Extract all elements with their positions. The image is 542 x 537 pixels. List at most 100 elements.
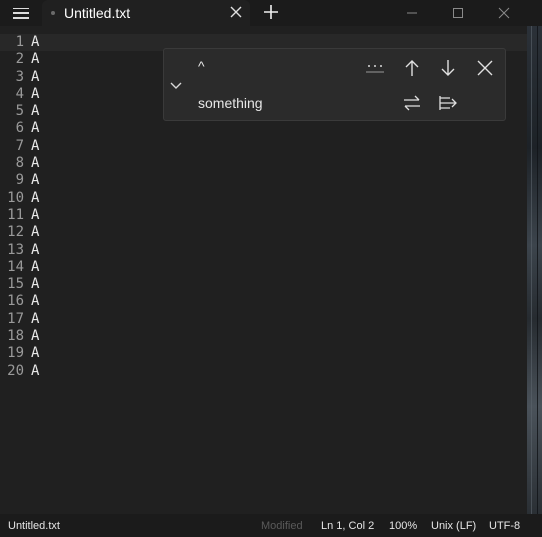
- desktop-background: [527, 26, 542, 514]
- editor-line[interactable]: 7A: [0, 137, 40, 155]
- line-number: 13: [7, 241, 24, 258]
- replace-button[interactable]: [399, 91, 425, 115]
- line-number: 8: [15, 155, 24, 172]
- text-lines[interactable]: 1 A 2 A 3 A 4 A 5 A 6 A 7 A 8 A 9 A 10 A 11 A 12 A 13 A 14 A 15 A 16 A 1…: [0, 34, 39, 380]
- editor-line[interactable]: 6A: [0, 120, 40, 137]
- line-text[interactable]: A: [31, 103, 39, 120]
- line-number: 12: [7, 224, 24, 241]
- line-number: 3: [15, 68, 24, 85]
- editor-line[interactable]: 4A: [0, 85, 40, 103]
- chevron-down-icon: [170, 82, 182, 89]
- hamburger-icon: [13, 7, 29, 19]
- line-number: 18: [7, 328, 24, 345]
- status-modified: Modified: [261, 520, 303, 532]
- line-text[interactable]: A: [31, 311, 39, 328]
- replace-all-button[interactable]: [435, 91, 461, 115]
- line-text[interactable]: A: [31, 172, 39, 189]
- editor-line[interactable]: 10 A: [0, 190, 39, 207]
- line-number: 14: [7, 258, 24, 275]
- editor-line[interactable]: 8A: [0, 155, 40, 172]
- line-text[interactable]: A: [31, 345, 39, 362]
- plus-icon: [264, 5, 278, 19]
- status-zoom[interactable]: 100%: [389, 520, 417, 532]
- line-text[interactable]: A: [31, 69, 39, 86]
- line-text[interactable]: A: [31, 51, 39, 68]
- line-number: 20: [7, 362, 24, 379]
- replace-all-icon: [439, 96, 457, 110]
- toggle-replace-button[interactable]: [166, 73, 186, 97]
- close-icon: [498, 7, 510, 19]
- editor-line[interactable]: 19 A: [0, 345, 39, 362]
- more-options-icon: [366, 65, 384, 73]
- editor-line[interactable]: 16 A: [0, 293, 39, 310]
- close-icon: [477, 60, 493, 76]
- line-text[interactable]: A: [31, 293, 39, 310]
- close-icon: [230, 6, 242, 18]
- find-previous-button[interactable]: [399, 56, 425, 80]
- line-text[interactable]: A: [31, 190, 39, 207]
- line-number: 1: [15, 34, 24, 50]
- editor-line[interactable]: 1A: [0, 34, 40, 51]
- search-options-button[interactable]: [362, 56, 388, 80]
- search-input[interactable]: ^: [198, 58, 205, 74]
- status-line-ending[interactable]: Unix (LF): [431, 520, 476, 532]
- arrow-down-icon: [441, 60, 455, 76]
- editor-line[interactable]: 12 A: [0, 224, 39, 241]
- line-number: 7: [15, 137, 24, 154]
- tab-close-button[interactable]: [226, 2, 246, 22]
- find-next-button[interactable]: [435, 56, 461, 80]
- replace-icon: [404, 95, 420, 111]
- editor-line[interactable]: 5A: [0, 103, 40, 120]
- maximize-button[interactable]: [443, 0, 473, 26]
- minimize-icon: [407, 12, 417, 14]
- line-text[interactable]: A: [31, 120, 39, 137]
- line-number: 4: [15, 85, 24, 102]
- status-encoding[interactable]: UTF-8: [489, 520, 520, 532]
- editor-line[interactable]: 11 A: [0, 207, 39, 224]
- tab-untitled[interactable]: Untitled.txt: [42, 0, 250, 27]
- line-text[interactable]: A: [31, 242, 39, 259]
- line-number: 10: [7, 189, 24, 206]
- line-number: 9: [15, 172, 24, 189]
- line-text[interactable]: A: [31, 276, 39, 293]
- editor-line[interactable]: 3A: [0, 68, 40, 86]
- line-text[interactable]: A: [31, 138, 39, 155]
- line-number: 11: [7, 206, 24, 223]
- editor-line[interactable]: 13 A: [0, 242, 39, 259]
- line-number: 16: [7, 293, 24, 310]
- line-text[interactable]: A: [31, 207, 39, 224]
- editor-line[interactable]: 14 A: [0, 259, 39, 276]
- menu-button[interactable]: [0, 0, 42, 26]
- line-text[interactable]: A: [31, 328, 39, 345]
- new-tab-button[interactable]: [260, 1, 282, 23]
- editor-line[interactable]: 20 A: [0, 363, 39, 380]
- title-bar: Untitled.txt: [0, 0, 542, 27]
- status-filename: Untitled.txt: [8, 520, 60, 532]
- close-find-button[interactable]: [472, 56, 498, 80]
- maximize-icon: [453, 8, 463, 18]
- line-text[interactable]: A: [31, 363, 39, 380]
- line-text[interactable]: A: [31, 34, 39, 51]
- line-number: 6: [15, 120, 24, 137]
- line-text[interactable]: A: [31, 155, 39, 172]
- unsaved-dot-icon: [51, 11, 55, 15]
- editor-line[interactable]: 17 A: [0, 311, 39, 328]
- editor-line[interactable]: 2A: [0, 51, 40, 68]
- line-text[interactable]: A: [31, 259, 39, 276]
- status-bar: Untitled.txt Modified Ln 1, Col 2 100% U…: [0, 514, 542, 537]
- editor-line[interactable]: 18 A: [0, 328, 39, 345]
- line-number: 5: [15, 103, 24, 120]
- window-close-button[interactable]: [489, 0, 519, 26]
- minimize-button[interactable]: [397, 0, 427, 26]
- line-number: 19: [7, 345, 24, 362]
- line-text[interactable]: A: [31, 86, 39, 103]
- line-text[interactable]: A: [31, 224, 39, 241]
- editor-line[interactable]: 9A: [0, 172, 40, 189]
- arrow-up-icon: [405, 60, 419, 76]
- editor-line[interactable]: 15 A: [0, 276, 39, 293]
- replace-input[interactable]: something: [198, 95, 263, 111]
- find-replace-panel: ^ something: [163, 48, 506, 121]
- status-position[interactable]: Ln 1, Col 2: [321, 520, 374, 532]
- line-number: 15: [7, 276, 24, 293]
- line-number: 2: [15, 51, 24, 68]
